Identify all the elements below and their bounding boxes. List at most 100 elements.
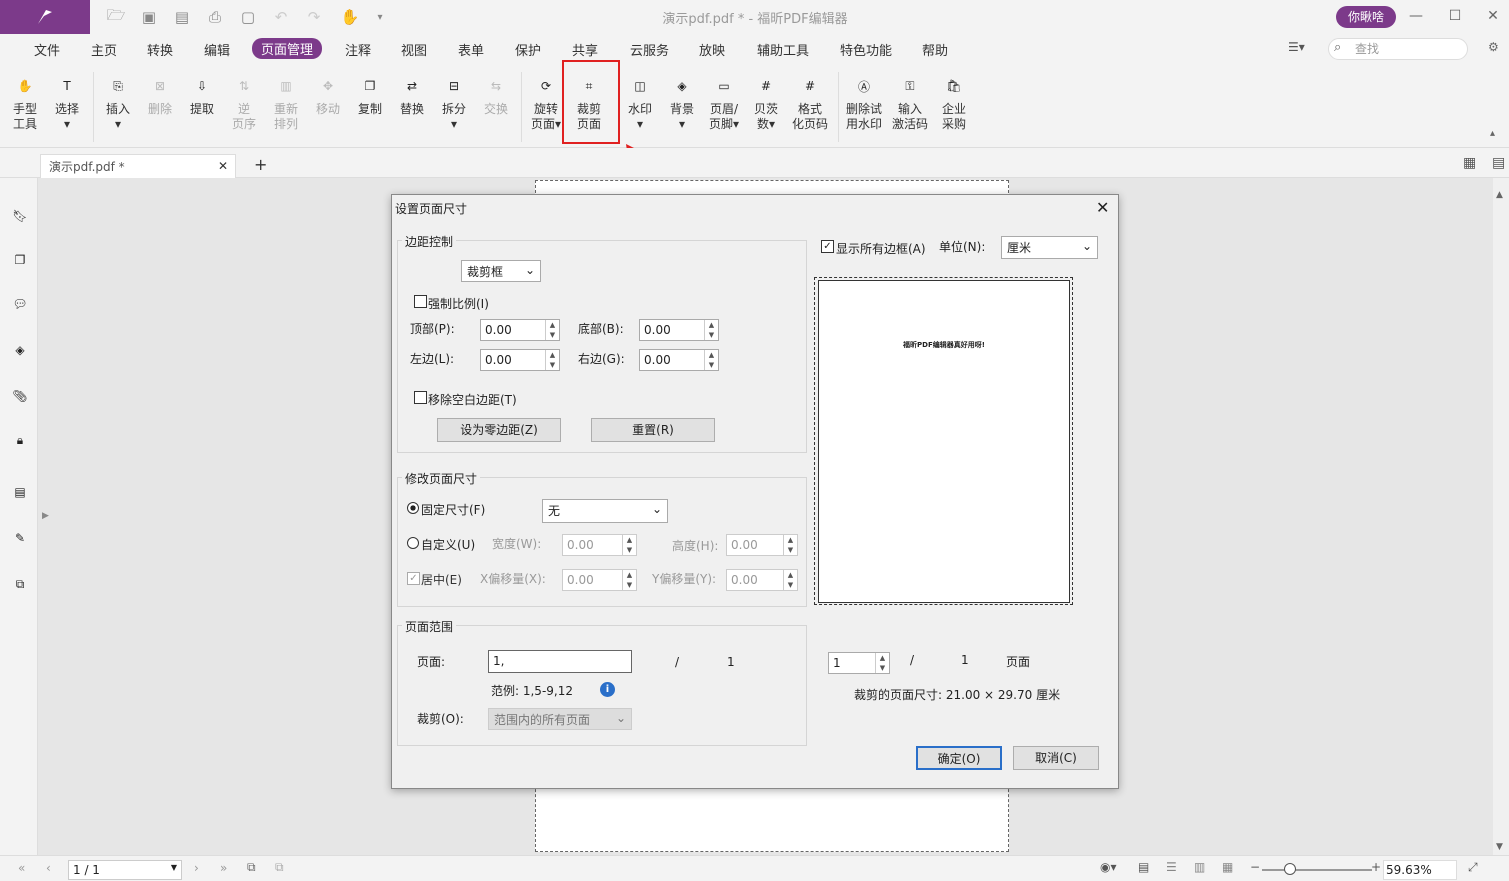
vertical-scrollbar[interactable] — [1493, 178, 1509, 855]
copy-button[interactable]: ❐ 复制 — [348, 72, 392, 117]
custom-size-radio[interactable] — [407, 537, 419, 549]
close-icon[interactable]: ✕ — [1481, 5, 1505, 27]
search-options-icon[interactable]: ☰▾ — [1288, 40, 1305, 54]
watermark-button[interactable]: ◫ 水印 ▾ — [618, 72, 662, 132]
bottom-margin-input[interactable]: 0.00 ▲ ▼ — [639, 319, 719, 341]
single-page-icon[interactable]: ▤ — [1138, 860, 1149, 874]
hand-tool-icon[interactable]: ✋ — [340, 7, 360, 27]
reset-button[interactable]: 重置(R) — [591, 418, 715, 442]
menu-edit[interactable]: 编辑 — [204, 40, 230, 59]
minimize-icon[interactable]: — — [1404, 5, 1428, 27]
insert-button[interactable]: ⎘ 插入 ▾ — [96, 72, 140, 132]
left-margin-input[interactable]: 0.00 ▲ ▼ — [480, 349, 560, 371]
scroll-up-icon[interactable]: ▲ — [1496, 190, 1503, 200]
new-tab-icon[interactable]: + — [254, 155, 267, 174]
background-button[interactable]: ◈ 背景 ▾ — [660, 72, 704, 132]
width-input[interactable]: 0.00 ▲ ▼ — [562, 534, 637, 556]
box-type-select[interactable]: 裁剪框 ⌄ — [461, 260, 541, 282]
show-all-boxes-checkbox[interactable]: ✓ — [821, 240, 834, 253]
select-tool-button[interactable]: T 选择 ▾ — [45, 72, 89, 132]
menu-tools[interactable]: 辅助工具 — [757, 40, 809, 59]
bates-button[interactable]: # 贝茨 数▾ — [744, 72, 788, 132]
bookmark-icon[interactable]: 🔖︎ — [10, 206, 30, 226]
page-number-input[interactable]: 1 / 1 ▼ — [68, 860, 182, 880]
zero-margin-button[interactable]: 设为零边距(Z) — [437, 418, 561, 442]
panel-icon[interactable]: ▤ — [1492, 155, 1505, 171]
open-icon[interactable]: 🗁 — [106, 6, 126, 27]
dialog-close-icon[interactable]: ✕ — [1096, 198, 1109, 217]
cover-facing-icon[interactable]: ▦ — [1222, 860, 1233, 874]
ok-button[interactable]: 确定(O) — [916, 746, 1002, 770]
zoom-level[interactable]: 59.63% — [1383, 860, 1457, 880]
layers-icon[interactable]: ◈ — [10, 340, 30, 360]
zoom-slider-handle[interactable] — [1284, 863, 1296, 875]
comment-icon[interactable]: 💬︎ — [10, 294, 30, 314]
document-tab[interactable]: 演示pdf.pdf * — [40, 154, 236, 178]
menu-page-management[interactable]: 页面管理 — [252, 38, 323, 59]
zoom-out-icon[interactable]: − — [1250, 860, 1260, 874]
menu-view[interactable]: 视图 — [401, 40, 427, 59]
menu-help[interactable]: 帮助 — [922, 40, 948, 59]
last-page-icon[interactable]: » — [220, 861, 227, 875]
menu-convert[interactable]: 转换 — [147, 40, 173, 59]
save-icon[interactable]: ▣ — [139, 7, 159, 27]
settings-icon[interactable]: ⚙ — [1488, 40, 1499, 54]
eye-icon[interactable]: ◉▾ — [1100, 860, 1117, 874]
grid-view-icon[interactable]: ▦ — [1463, 155, 1476, 171]
extract-button[interactable]: ⇩ 提取 — [180, 72, 224, 117]
compare-icon[interactable]: ⧉ — [10, 574, 30, 594]
swap-button[interactable]: ⇆ 交换 — [474, 72, 518, 117]
customize-icon[interactable]: ▾ — [370, 7, 390, 27]
hand-tool-button[interactable]: ✋ 手型 工具 — [3, 72, 47, 132]
format-page-number-button[interactable]: # 格式 化页码 — [788, 72, 832, 132]
crop-range-select[interactable]: 范围内的所有页面 ⌄ — [488, 708, 632, 730]
app-logo[interactable] — [0, 0, 90, 34]
activation-code-button[interactable]: ⚿ 输入 激活码 — [888, 72, 932, 132]
save-as-icon[interactable]: ▤ — [172, 7, 192, 27]
force-ratio-checkbox[interactable] — [414, 295, 427, 308]
y-offset-input[interactable]: 0.00 ▲ ▼ — [726, 569, 798, 591]
menu-comment[interactable]: 注释 — [345, 40, 371, 59]
menu-slideshow[interactable]: 放映 — [699, 40, 725, 59]
pages-input[interactable]: 1, — [488, 650, 632, 673]
attachment-icon[interactable]: 📎︎ — [10, 386, 30, 406]
continuous-icon[interactable]: ☰ — [1166, 860, 1177, 874]
height-input[interactable]: 0.00 ▲ ▼ — [726, 534, 798, 556]
cancel-button[interactable]: 取消(C) — [1013, 746, 1099, 770]
menu-protect[interactable]: 保护 — [515, 40, 541, 59]
expand-sidebar-icon[interactable]: ▶ — [42, 511, 49, 521]
remove-trial-watermark-button[interactable]: Ⓐ 删除试 用水印 — [842, 72, 886, 132]
document-icon[interactable]: ▤ — [10, 482, 30, 502]
delete-button[interactable]: ⊠ 删除 — [138, 72, 182, 117]
enterprise-purchase-button[interactable]: 🛍 企业 采购 — [932, 72, 976, 132]
unit-select[interactable]: 厘米 ⌄ — [1001, 236, 1098, 259]
zoom-slider[interactable] — [1262, 869, 1372, 871]
center-checkbox[interactable]: ✓ — [407, 572, 420, 585]
fullscreen-icon[interactable]: ⤢ — [1468, 860, 1478, 875]
security-icon[interactable]: 🔒︎ — [10, 430, 30, 450]
first-page-icon[interactable]: « — [18, 861, 25, 875]
pages-icon[interactable]: ❐ — [10, 250, 30, 270]
header-footer-button[interactable]: ▭ 页眉/页脚▾ — [702, 72, 746, 132]
rearrange-button[interactable]: ▥ 重新 排列 — [264, 72, 308, 132]
prev-view-icon[interactable]: ⧉ — [247, 860, 256, 875]
new-icon[interactable]: ▢ — [238, 7, 258, 27]
remove-blank-checkbox[interactable] — [414, 391, 427, 404]
print-icon[interactable]: ⎙ — [205, 7, 225, 27]
maximize-icon[interactable]: ☐ — [1443, 5, 1467, 27]
next-view-icon[interactable]: ⧉ — [275, 860, 284, 875]
search-input[interactable]: 查找 — [1328, 38, 1468, 60]
collapse-ribbon-icon[interactable]: ▴ — [1490, 128, 1495, 139]
menu-cloud[interactable]: 云服务 — [630, 40, 669, 59]
redo-icon[interactable]: ↷ — [304, 7, 324, 27]
menu-share[interactable]: 共享 — [572, 40, 598, 59]
x-offset-input[interactable]: 0.00 ▲ ▼ — [562, 569, 637, 591]
user-button[interactable]: 你瞅啥 — [1336, 6, 1396, 28]
scroll-down-icon[interactable]: ▼ — [1496, 842, 1503, 852]
menu-form[interactable]: 表单 — [458, 40, 484, 59]
menu-features[interactable]: 特色功能 — [840, 40, 892, 59]
signature-icon[interactable]: ✎ — [10, 528, 30, 548]
move-button[interactable]: ✥ 移动 — [306, 72, 350, 117]
fixed-size-radio[interactable] — [407, 502, 419, 514]
fixed-size-select[interactable]: 无 ⌄ — [542, 499, 668, 523]
